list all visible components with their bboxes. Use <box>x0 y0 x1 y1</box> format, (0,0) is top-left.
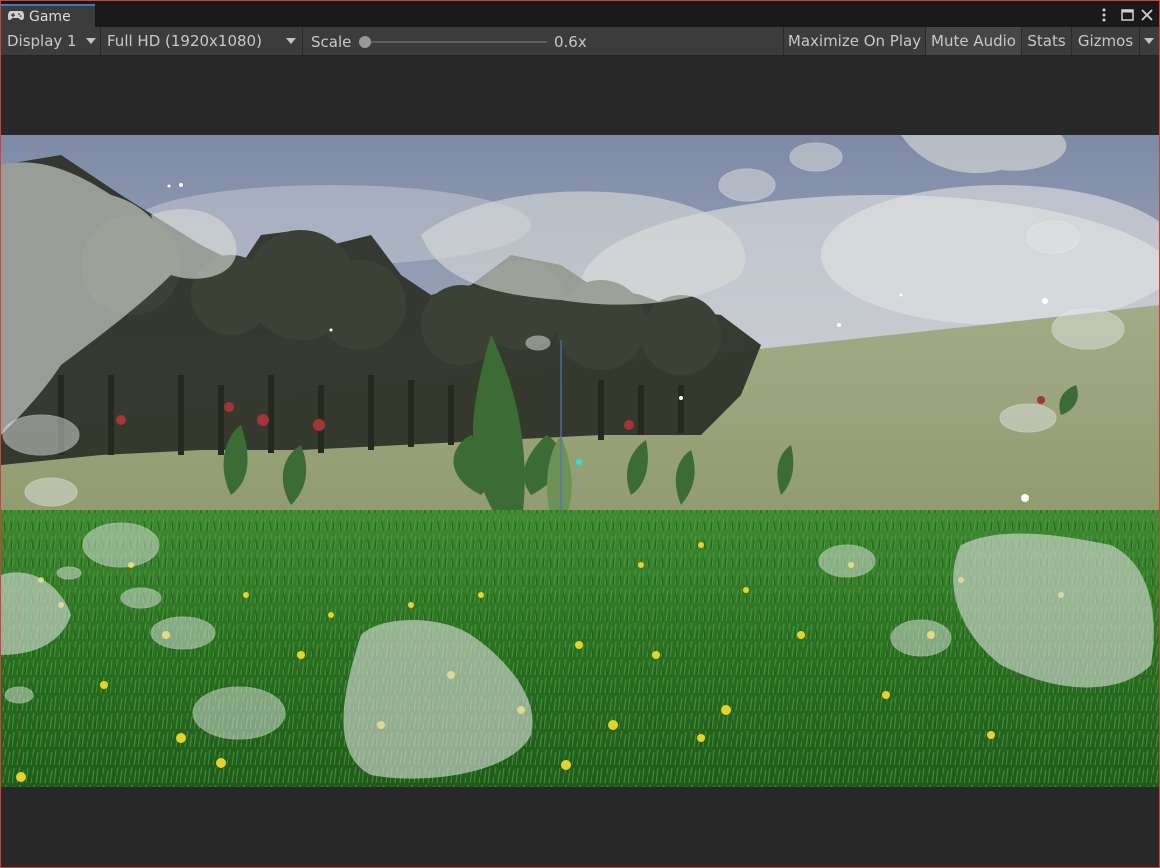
close-icon[interactable] <box>1139 7 1155 23</box>
tab-bar: Game <box>1 1 1159 27</box>
gizmos-dropdown[interactable] <box>1139 27 1159 55</box>
game-window: Game Display 1 Full HD (1920x1080) Scale… <box>0 0 1160 868</box>
maximize-icon[interactable] <box>1119 7 1135 23</box>
gizmos-button[interactable]: Gizmos <box>1071 27 1139 55</box>
tab-label: Game <box>29 8 71 25</box>
game-scene <box>1 135 1159 787</box>
scale-value: 0.6x <box>554 33 587 51</box>
stats-button[interactable]: Stats <box>1021 27 1071 55</box>
chevron-down-icon <box>86 38 96 44</box>
display-dropdown[interactable]: Display 1 <box>1 27 101 55</box>
gamepad-icon <box>8 9 24 25</box>
tab-game[interactable]: Game <box>1 4 95 27</box>
scale-label: Scale <box>311 33 352 51</box>
scale-slider-track[interactable] <box>365 41 547 43</box>
maximize-on-play-button[interactable]: Maximize On Play <box>783 27 925 55</box>
resolution-label: Full HD (1920x1080) <box>107 32 262 50</box>
kebab-menu-icon[interactable] <box>1096 7 1112 23</box>
display-label: Display 1 <box>7 32 77 50</box>
resolution-dropdown[interactable]: Full HD (1920x1080) <box>101 27 303 55</box>
game-viewport[interactable] <box>1 135 1159 787</box>
scale-slider-handle[interactable] <box>359 36 371 48</box>
mute-audio-button[interactable]: Mute Audio <box>925 27 1021 55</box>
chevron-down-icon <box>286 38 296 44</box>
chevron-down-icon <box>1144 38 1154 44</box>
